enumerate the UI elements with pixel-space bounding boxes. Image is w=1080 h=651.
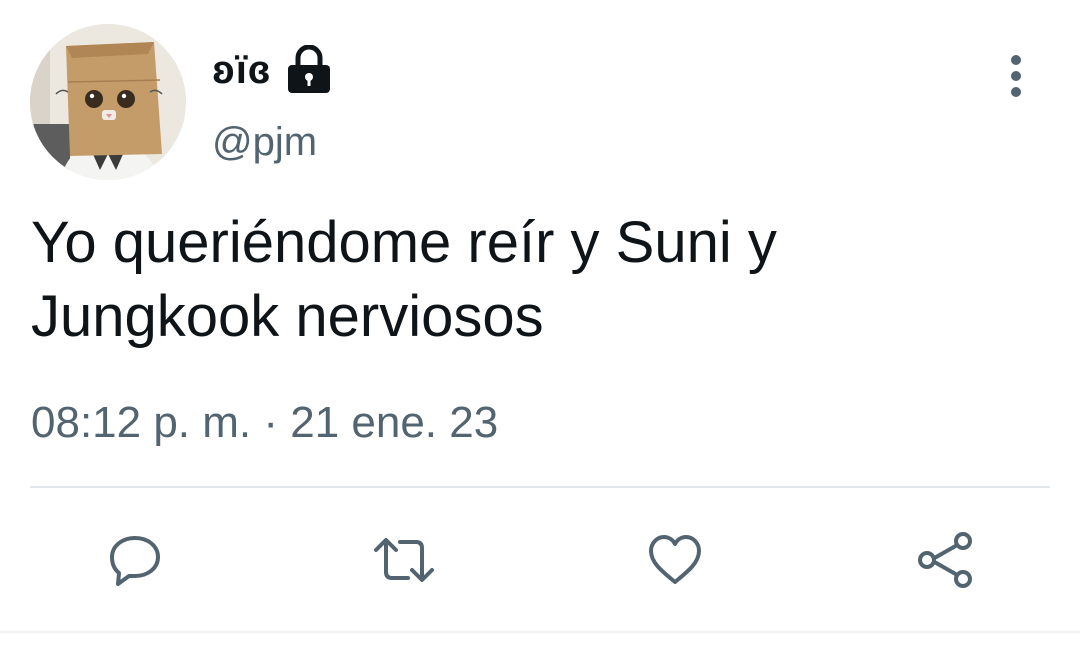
bottom-divider — [0, 631, 1080, 633]
retweet-button[interactable] — [368, 524, 440, 596]
share-button[interactable] — [909, 524, 981, 596]
like-button[interactable] — [639, 524, 711, 596]
share-icon — [918, 532, 972, 588]
avatar[interactable] — [30, 24, 186, 180]
more-options-button[interactable] — [994, 48, 1038, 104]
lock-icon — [287, 45, 330, 93]
more-vertical-icon — [1011, 55, 1021, 97]
tweet-timestamp[interactable]: 08:12 p. m. · 21 ene. 23 — [31, 398, 498, 448]
retweet-icon — [374, 538, 434, 582]
reply-icon — [110, 536, 160, 586]
tweet-text: Yo queriéndome reír y Suni y Jungkook ne… — [31, 210, 777, 349]
user-handle[interactable]: @pjm — [212, 120, 317, 165]
display-name[interactable]: ʚïɞ — [212, 48, 272, 93]
avatar-image — [30, 24, 186, 180]
reply-button[interactable] — [99, 524, 171, 596]
heart-icon — [649, 535, 701, 584]
display-name-row: ʚïɞ — [212, 42, 332, 98]
divider — [30, 486, 1050, 488]
